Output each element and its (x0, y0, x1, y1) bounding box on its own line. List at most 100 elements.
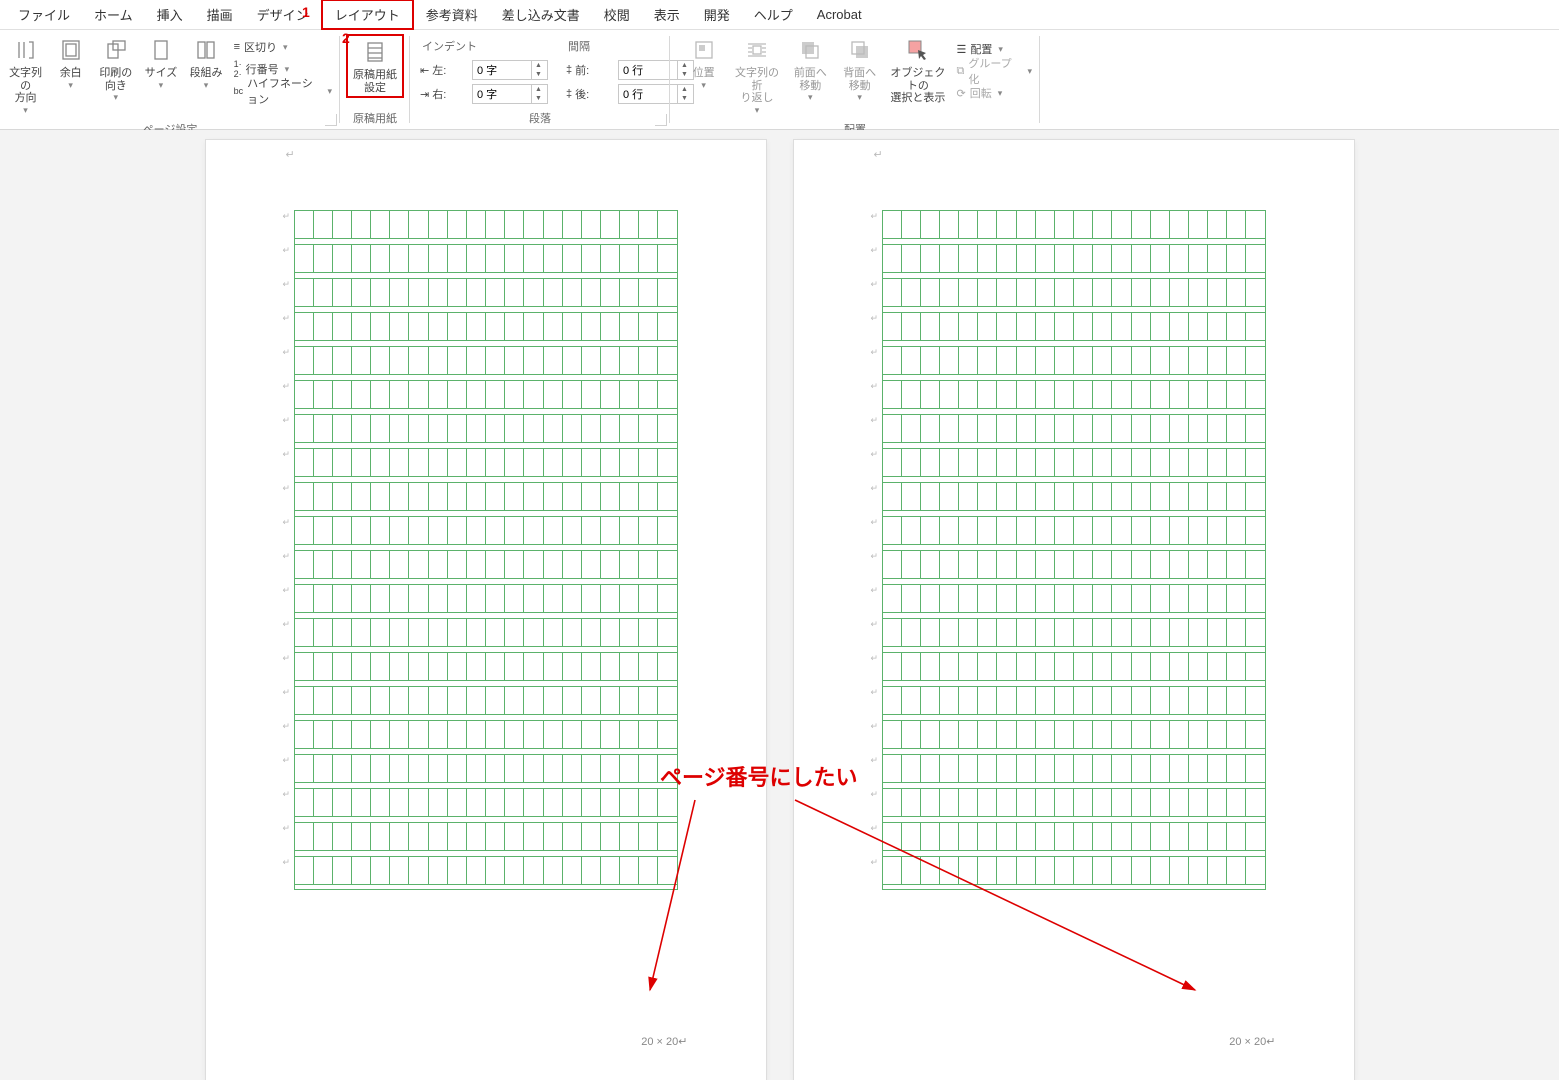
chevron-down-icon: ▾ (283, 42, 288, 53)
selection-pane-icon (904, 36, 932, 64)
document-workspace: ↵ ↵↵↵↵↵↵↵↵↵↵↵↵↵↵↵↵↵↵↵↵ 20 × 20↵ ↵ ↵↵↵↵↵↵… (0, 130, 1559, 1080)
selection-pane-label: オブジェクトの 選択と表示 (887, 67, 948, 105)
chevron-down-icon: ▾ (114, 92, 119, 102)
indent-right-field[interactable]: ▲▼ (472, 84, 548, 104)
columns-icon (192, 36, 220, 64)
annotation-callout-2: 2 (342, 30, 350, 46)
document-page-1[interactable]: ↵ ↵↵↵↵↵↵↵↵↵↵↵↵↵↵↵↵↵↵↵↵ 20 × 20↵ (206, 140, 766, 1080)
tab-file[interactable]: ファイル (6, 1, 82, 28)
chevron-down-icon: ▾ (998, 44, 1003, 55)
chevron-down-icon: ▾ (285, 64, 290, 75)
paragraph-mark-icon: ↵ (874, 148, 883, 161)
chevron-down-icon: ▾ (204, 80, 209, 90)
send-backward-label: 背面へ 移動 (843, 67, 876, 92)
rotate-button[interactable]: ⟳ 回転 ▾ (952, 82, 1036, 104)
indent-left-input[interactable] (473, 64, 531, 76)
annotation-text: ページ番号にしたい (660, 760, 858, 792)
stepper-up-icon[interactable]: ▲ (532, 61, 545, 70)
tab-view[interactable]: 表示 (642, 1, 692, 28)
columns-button[interactable]: 段組み ▾ (185, 34, 228, 92)
group-objects-icon: ⧉ (956, 65, 964, 78)
spacing-after-icon: ‡ (566, 88, 572, 100)
group-arrange: 位置 ▾ 文字列の折 り返し ▾ 前面へ 移動 ▾ (670, 30, 1040, 129)
tab-draw[interactable]: 描画 (195, 1, 245, 28)
tab-layout[interactable]: レイアウト (321, 0, 414, 30)
align-icon: ☰ (956, 43, 966, 56)
annotation-callout-1: 1 (302, 4, 310, 20)
indent-right-label: ⇥右: (420, 86, 468, 102)
document-page-2[interactable]: ↵ ↵↵↵↵↵↵↵↵↵↵↵↵↵↵↵↵↵↵↵↵ 20 × 20↵ (794, 140, 1354, 1080)
margins-label: 余白 (60, 67, 82, 80)
paragraph-mark-icon: ↵ (286, 148, 295, 161)
spacing-after-label: ‡後: (566, 86, 614, 102)
orientation-button[interactable]: 印刷の 向き ▾ (94, 34, 137, 105)
tab-acrobat[interactable]: Acrobat (805, 3, 874, 26)
tab-mailings[interactable]: 差し込み文書 (490, 1, 592, 28)
group-objects-button[interactable]: ⧉ グループ化 ▾ (952, 60, 1036, 82)
tab-developer[interactable]: 開発 (692, 1, 742, 28)
tab-insert[interactable]: 挿入 (145, 1, 195, 28)
send-backward-button[interactable]: 背面へ 移動 ▾ (836, 34, 883, 105)
tab-home[interactable]: ホーム (82, 1, 145, 28)
chevron-down-icon: ▾ (755, 105, 760, 115)
genko-label: 原稿用紙 設定 (353, 69, 397, 94)
stepper-up-icon[interactable]: ▲ (532, 85, 545, 94)
position-label: 位置 (693, 67, 715, 80)
chevron-down-icon: ▾ (1027, 66, 1032, 77)
spacing-before-icon: ‡ (566, 64, 572, 76)
position-button[interactable]: 位置 ▾ (680, 34, 727, 92)
tab-review[interactable]: 校閲 (592, 1, 642, 28)
chevron-down-icon: ▾ (159, 80, 164, 90)
group-label-genko: 原稿用紙 (340, 108, 410, 129)
stepper-down-icon[interactable]: ▼ (532, 70, 545, 79)
breaks-button[interactable]: ≡ 区切り ▾ (230, 36, 336, 58)
size-button[interactable]: サイズ ▾ (139, 34, 182, 92)
text-direction-button[interactable]: 文字列の 方向 ▾ (4, 34, 47, 117)
hyphenation-icon: bc (234, 86, 244, 96)
size-icon (147, 36, 175, 64)
indent-right-icon: ⇥ (420, 88, 429, 101)
tab-references[interactable]: 参考資料 (414, 1, 490, 28)
paragraph-dialog-launcher[interactable] (655, 114, 667, 126)
group-page-setup: 文字列の 方向 ▾ 余白 ▾ 印刷の 向き ▾ (0, 30, 340, 129)
hyphenation-button[interactable]: bc ハイフネーション ▾ (230, 80, 336, 102)
chevron-down-icon: ▾ (857, 92, 862, 102)
orientation-label: 印刷の 向き (99, 67, 132, 92)
size-label: サイズ (145, 67, 178, 80)
spacing-after-input[interactable] (619, 88, 677, 100)
hyphenation-label: ハイフネーション (247, 75, 321, 107)
genko-icon (361, 38, 389, 66)
text-wrap-label: 文字列の折 り返し (731, 67, 782, 105)
bring-forward-label: 前面へ 移動 (794, 67, 827, 92)
tab-help[interactable]: ヘルプ (742, 1, 805, 28)
position-icon (690, 36, 718, 64)
page-footer-text: 20 × 20↵ (1229, 1035, 1275, 1048)
indent-left-icon: ⇤ (420, 64, 429, 77)
indent-right-input[interactable] (473, 88, 531, 100)
chevron-down-icon: ▾ (23, 105, 28, 115)
genko-settings-button[interactable]: 原稿用紙 設定 (346, 34, 404, 98)
page-setup-dialog-launcher[interactable] (325, 114, 337, 126)
genko-grid: ↵↵↵↵↵↵↵↵↵↵↵↵↵↵↵↵↵↵↵↵ (294, 210, 678, 890)
text-wrap-icon (743, 36, 771, 64)
text-direction-icon (12, 36, 40, 64)
group-genko: 原稿用紙 設定 原稿用紙 (340, 30, 410, 129)
indent-left-field[interactable]: ▲▼ (472, 60, 548, 80)
indent-left-label: ⇤左: (420, 62, 468, 78)
stepper-down-icon[interactable]: ▼ (532, 94, 545, 103)
chevron-down-icon: ▾ (808, 92, 813, 102)
group-label-paragraph: 段落 (410, 108, 670, 129)
chevron-down-icon: ▾ (701, 80, 706, 90)
spacing-before-label: ‡前: (566, 62, 614, 78)
margins-button[interactable]: 余白 ▾ (49, 34, 92, 92)
group-paragraph: インデント ⇤左: ▲▼ ⇥右: ▲▼ 間隔 (410, 30, 670, 129)
genko-grid: ↵↵↵↵↵↵↵↵↵↵↵↵↵↵↵↵↵↵↵↵ (882, 210, 1266, 890)
text-wrap-button[interactable]: 文字列の折 り返し ▾ (729, 34, 784, 117)
breaks-label: 区切り (244, 39, 277, 55)
breaks-icon: ≡ (234, 41, 240, 53)
line-numbers-icon: 1·2· (234, 59, 242, 79)
ribbon: 文字列の 方向 ▾ 余白 ▾ 印刷の 向き ▾ (0, 30, 1559, 130)
bring-forward-button[interactable]: 前面へ 移動 ▾ (787, 34, 834, 105)
selection-pane-button[interactable]: オブジェクトの 選択と表示 (885, 34, 950, 107)
spacing-before-input[interactable] (619, 64, 677, 76)
